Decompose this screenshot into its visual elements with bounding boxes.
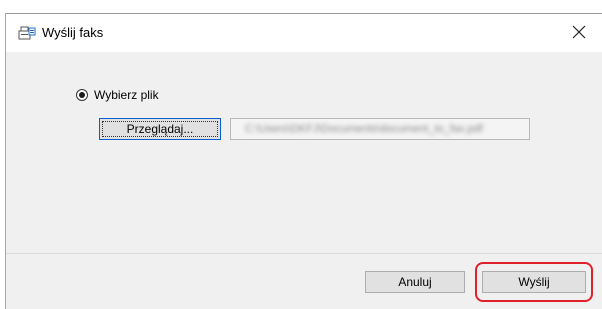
select-file-option[interactable]: Wybierz plik xyxy=(76,88,159,102)
dialog-content xyxy=(6,52,602,253)
send-button-highlight xyxy=(475,262,593,302)
file-path-text: C:\Users\DKFJ\Documents\document_to_fax.… xyxy=(245,123,483,135)
file-path-field[interactable]: C:\Users\DKFJ\Documents\document_to_fax.… xyxy=(230,118,530,140)
close-button[interactable] xyxy=(556,14,602,52)
title-bar: Wyślij faks xyxy=(6,14,602,52)
close-icon xyxy=(572,25,586,42)
select-file-radio[interactable] xyxy=(76,89,88,101)
cancel-button-label: Anuluj xyxy=(398,275,432,289)
browse-button-focus: Przeglądaj... xyxy=(102,121,218,137)
window-title: Wyślij faks xyxy=(42,25,104,40)
cancel-button[interactable]: Anuluj xyxy=(365,271,465,293)
browse-button-label: Przeglądaj... xyxy=(126,122,194,136)
browse-button[interactable]: Przeglądaj... xyxy=(99,118,221,140)
select-file-label: Wybierz plik xyxy=(94,88,159,102)
fax-printer-icon xyxy=(18,25,36,41)
